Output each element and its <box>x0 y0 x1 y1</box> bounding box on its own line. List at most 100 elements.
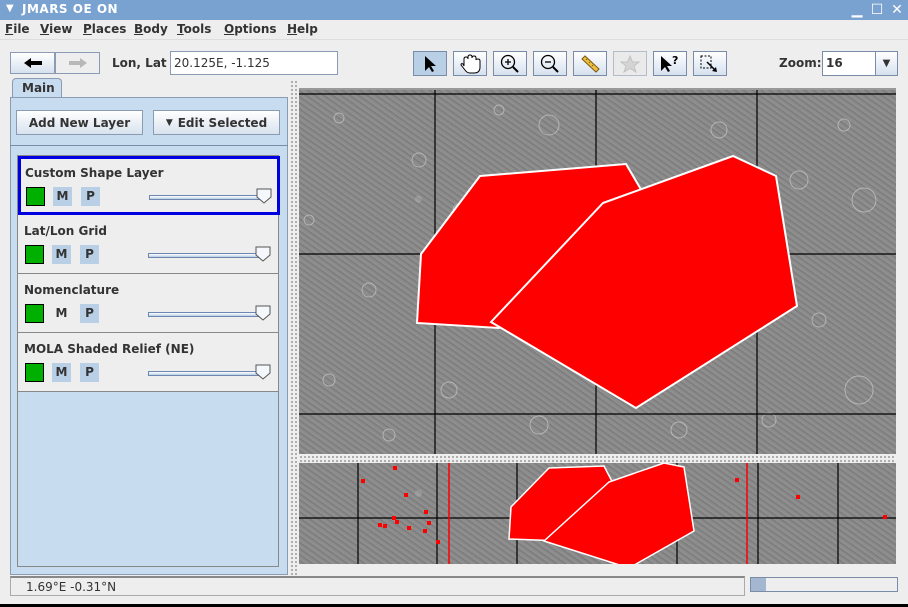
feature-marker <box>392 516 396 520</box>
menu-tools-label: ools <box>183 22 212 36</box>
investigate-tool-button[interactable]: ? <box>653 51 687 76</box>
menu-options[interactable]: Options <box>224 22 277 36</box>
tab-main[interactable]: Main <box>12 78 62 98</box>
maximize-icon[interactable]: ☐ <box>868 1 886 19</box>
arrow-right-icon <box>68 58 87 68</box>
menu-places-mnemonic: P <box>83 22 92 36</box>
svg-text:?: ? <box>672 54 678 67</box>
triangle-down-icon: ▼ <box>165 117 173 128</box>
add-new-layer-button[interactable]: Add New Layer <box>16 110 143 135</box>
window-menu-icon[interactable]: ▼ <box>6 3 14 14</box>
feature-marker <box>796 495 800 499</box>
lonlat-input[interactable]: 20.125E, -1.125 <box>170 51 338 75</box>
menu-body-mnemonic: B <box>134 22 144 36</box>
horizontal-split-handle[interactable] <box>299 455 896 462</box>
arrow-pointer-icon <box>425 55 436 72</box>
menu-file[interactable]: File <box>5 22 30 36</box>
panel-divider <box>10 145 288 146</box>
zoom-in-tool-button[interactable] <box>493 51 527 76</box>
layer-color-swatch[interactable] <box>25 363 44 382</box>
back-button[interactable] <box>10 52 55 74</box>
arrow-left-icon <box>23 58 42 68</box>
minimize-icon[interactable]: ▁ <box>848 1 866 19</box>
hand-icon <box>460 53 481 73</box>
dashed-select-arrow-icon <box>700 55 717 72</box>
layer-main-toggle[interactable]: M <box>52 363 71 382</box>
opacity-slider[interactable] <box>148 371 260 376</box>
layer-panner-toggle[interactable]: P <box>80 363 99 382</box>
layer-main-toggle[interactable]: M <box>52 304 71 323</box>
select-tool-button[interactable] <box>413 51 447 76</box>
layer-panner-toggle[interactable]: P <box>80 304 99 323</box>
menu-view-label: iew <box>49 22 73 36</box>
progress-bar <box>750 577 898 592</box>
menu-help-label: elp <box>297 22 318 36</box>
feature-marker <box>883 515 887 519</box>
edit-selected-button[interactable]: ▼ Edit Selected <box>153 110 280 135</box>
feature-marker <box>424 510 428 514</box>
menu-tools[interactable]: Tools <box>177 22 211 36</box>
feature-marker <box>361 479 365 483</box>
menu-view[interactable]: View <box>40 22 72 36</box>
menu-file-label: ile <box>13 22 30 36</box>
layer-name: Lat/Lon Grid <box>24 224 107 238</box>
feature-marker <box>436 540 440 544</box>
close-icon[interactable]: ✕ <box>888 1 906 19</box>
vertical-split-handle[interactable] <box>290 80 298 575</box>
layer-color-swatch[interactable] <box>26 187 45 206</box>
opacity-slider[interactable] <box>148 312 260 317</box>
layer-main-toggle[interactable]: M <box>53 187 72 206</box>
forward-button[interactable] <box>55 52 100 74</box>
slider-thumb-icon[interactable] <box>256 188 272 204</box>
feature-marker <box>393 466 397 470</box>
menu-tools-mnemonic: T <box>177 22 184 36</box>
layer-panner-toggle[interactable]: P <box>80 245 99 264</box>
feature-marker <box>735 478 739 482</box>
feature-marker <box>404 493 408 497</box>
menu-places[interactable]: Places <box>83 22 126 36</box>
menu-help[interactable]: Help <box>287 22 318 36</box>
layer-item-custom-shape[interactable]: Custom Shape Layer M P <box>18 156 280 215</box>
slider-thumb-icon[interactable] <box>255 246 271 262</box>
status-coordinates: 1.69°E -0.31°N <box>10 576 745 596</box>
star-icon <box>619 54 641 73</box>
feature-marker <box>383 524 387 528</box>
measure-tool-button[interactable] <box>573 51 607 76</box>
feature-marker <box>427 521 431 525</box>
layer-main-toggle[interactable]: M <box>52 245 71 264</box>
menu-view-mnemonic: V <box>40 22 50 36</box>
menu-file-mnemonic: F <box>5 22 14 36</box>
layer-item-nomenclature[interactable]: Nomenclature M P <box>18 274 278 333</box>
title-bar: ▼ JMARS OE ON ▁ ☐ ✕ <box>0 0 908 20</box>
layer-name: MOLA Shaded Relief (NE) <box>24 342 195 356</box>
slider-thumb-icon[interactable] <box>255 364 271 380</box>
zoom-out-tool-button[interactable] <box>533 51 567 76</box>
menu-bar: File View Places Body Tools Options Help <box>0 20 908 40</box>
edit-selected-label: Edit Selected <box>177 115 268 130</box>
feature-marker <box>407 526 411 530</box>
opacity-slider[interactable] <box>148 253 260 258</box>
layer-name: Nomenclature <box>24 283 120 297</box>
menu-options-label: ptions <box>234 22 277 36</box>
slider-thumb-icon[interactable] <box>255 305 271 321</box>
window-title: JMARS OE ON <box>22 2 119 16</box>
menu-body[interactable]: Body <box>134 22 168 36</box>
favorite-tool-button[interactable] <box>613 51 647 76</box>
pan-tool-button[interactable] <box>453 51 487 76</box>
opacity-slider[interactable] <box>149 195 261 200</box>
overview-map-panner[interactable] <box>299 463 896 564</box>
export-region-tool-button[interactable] <box>693 51 727 76</box>
menu-options-mnemonic: O <box>224 22 235 36</box>
layer-item-mola-shaded-relief[interactable]: MOLA Shaded Relief (NE) M P <box>18 333 278 392</box>
layer-panner-toggle[interactable]: P <box>81 187 100 206</box>
main-map-view[interactable] <box>299 88 896 454</box>
menu-body-label: ody <box>143 22 168 36</box>
layer-color-swatch[interactable] <box>25 304 44 323</box>
zoom-label: Zoom: <box>779 56 822 70</box>
layer-color-swatch[interactable] <box>25 245 44 264</box>
chevron-down-icon[interactable]: ▼ <box>875 52 897 75</box>
progress-fill <box>751 578 766 591</box>
layer-item-latlon-grid[interactable]: Lat/Lon Grid M P <box>18 215 278 274</box>
zoom-select[interactable]: 16 ▼ <box>822 51 898 76</box>
zoom-value: 16 <box>826 56 843 70</box>
